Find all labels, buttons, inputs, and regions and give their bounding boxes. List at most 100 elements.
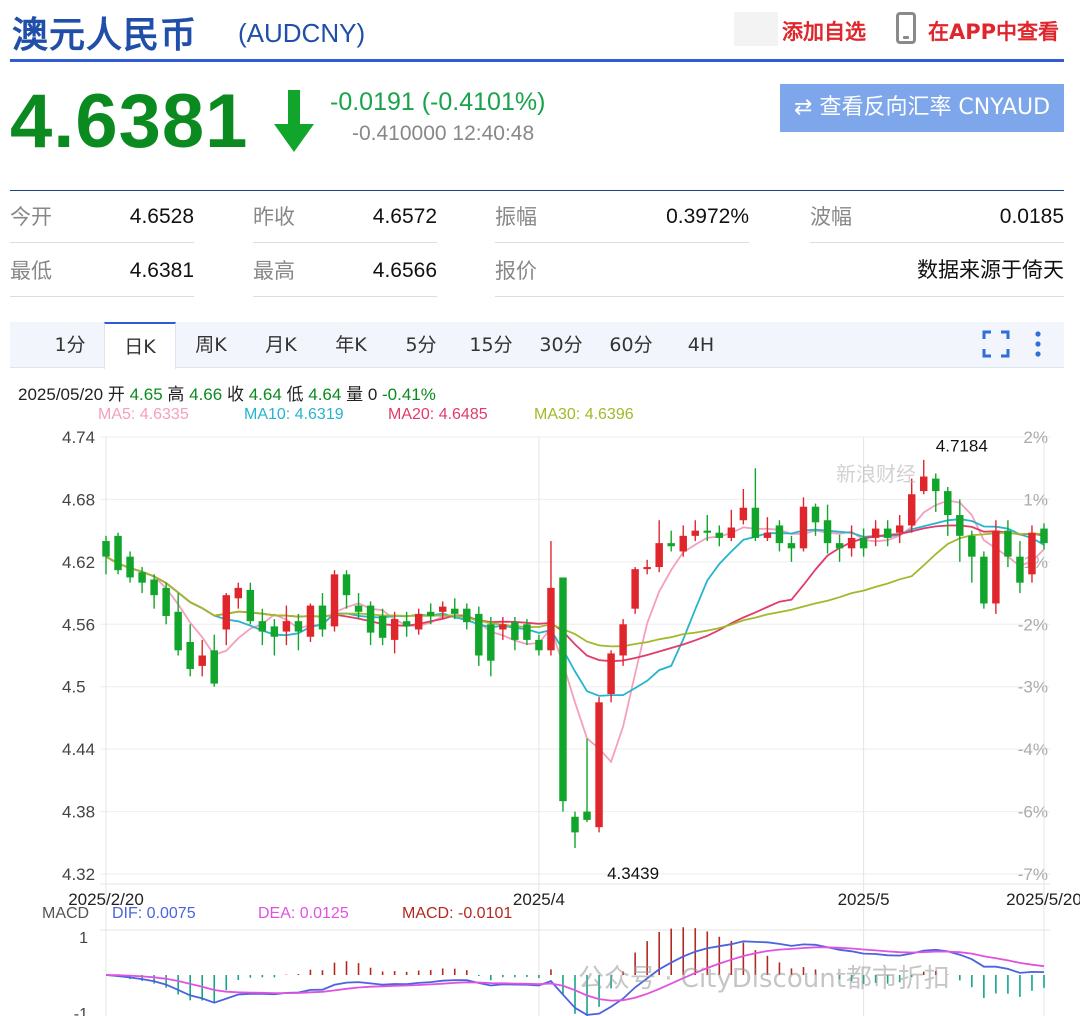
candle-body bbox=[282, 621, 291, 632]
macd-y-tick-label: -1 bbox=[74, 1006, 88, 1016]
candle-body bbox=[475, 613, 483, 656]
candle-body bbox=[342, 574, 351, 596]
candle-body bbox=[402, 621, 411, 627]
ma30-line bbox=[105, 531, 1045, 648]
candle-body bbox=[138, 572, 146, 583]
candle-body bbox=[162, 587, 170, 616]
candle-body bbox=[222, 595, 230, 630]
y-tick-label: 4.44 bbox=[62, 740, 95, 759]
candle-body bbox=[956, 515, 964, 536]
candlestick-chart: 4.744.684.624.564.54.444.384.322%1%-1%-2… bbox=[62, 428, 1080, 1016]
candle-body bbox=[679, 535, 687, 552]
candle-body bbox=[306, 605, 315, 637]
candle-body bbox=[739, 507, 748, 521]
candle-body bbox=[655, 543, 663, 568]
x-tick-label: 2025/5/20 bbox=[1006, 890, 1080, 909]
candle-body bbox=[823, 520, 832, 544]
y-tick-label: 4.74 bbox=[62, 428, 95, 447]
candle-body bbox=[547, 587, 555, 651]
pct-tick-label: -3% bbox=[1018, 678, 1048, 697]
pct-tick-label: -6% bbox=[1018, 803, 1048, 822]
candle-body bbox=[318, 605, 327, 630]
candle-body bbox=[354, 605, 363, 612]
candle-body bbox=[895, 525, 904, 533]
candle-body bbox=[499, 624, 507, 630]
y-tick-label: 4.68 bbox=[62, 490, 95, 509]
candle-body bbox=[414, 613, 423, 630]
candle-body bbox=[631, 569, 639, 609]
pct-tick-label: -7% bbox=[1018, 865, 1048, 884]
wechat-watermark: 公众号 · CityDiscount都市折扣 bbox=[578, 964, 950, 994]
candle-body bbox=[607, 653, 615, 694]
candle-body bbox=[811, 506, 820, 523]
candle-body bbox=[968, 535, 976, 557]
candle-body bbox=[859, 537, 868, 549]
candle-body bbox=[270, 626, 279, 637]
candle-body bbox=[907, 494, 916, 526]
candle-body bbox=[186, 641, 194, 670]
y-tick-label: 4.32 bbox=[62, 865, 95, 884]
x-tick-label: 2025/4 bbox=[513, 890, 565, 909]
candle-body bbox=[559, 577, 567, 802]
candle-body bbox=[775, 525, 784, 544]
y-tick-label: 4.56 bbox=[62, 615, 95, 634]
y-tick-label: 4.62 bbox=[62, 553, 95, 572]
candle-body bbox=[1028, 532, 1036, 575]
candle-body bbox=[198, 655, 206, 666]
candle-body bbox=[390, 619, 399, 640]
candle-body bbox=[426, 611, 435, 616]
candle-body bbox=[366, 605, 375, 633]
pct-tick-label: -2% bbox=[1018, 615, 1048, 634]
candle-body bbox=[787, 543, 796, 549]
candle-body bbox=[883, 528, 892, 538]
candle-body bbox=[619, 624, 627, 656]
macd-y-tick-label: 1 bbox=[79, 930, 88, 947]
candle-body bbox=[980, 556, 988, 604]
candle-body bbox=[944, 491, 952, 516]
candle-body bbox=[150, 579, 158, 596]
candle-body bbox=[126, 556, 134, 578]
candle-body bbox=[727, 527, 736, 538]
price-annotation: 4.7184 bbox=[936, 436, 988, 455]
candle-body bbox=[1040, 528, 1048, 544]
candle-body bbox=[1016, 556, 1024, 583]
sina-watermark: 新浪财经 bbox=[836, 462, 916, 486]
candle-body bbox=[378, 615, 387, 638]
candle-body bbox=[703, 530, 712, 533]
candle-body bbox=[451, 608, 459, 614]
candle-body bbox=[330, 574, 339, 627]
candle-body bbox=[835, 543, 844, 549]
candle-body bbox=[294, 621, 303, 632]
candle-body bbox=[691, 530, 699, 536]
x-tick-label: 2025/2/20 bbox=[68, 890, 144, 909]
candle-body bbox=[667, 543, 675, 547]
x-tick-label: 2025/5 bbox=[838, 890, 890, 909]
candle-body bbox=[595, 702, 603, 828]
candle-body bbox=[932, 478, 940, 492]
candle-body bbox=[258, 621, 267, 632]
candle-body bbox=[847, 537, 856, 549]
candle-body bbox=[571, 816, 579, 833]
candle-body bbox=[523, 624, 531, 640]
candle-body bbox=[871, 528, 880, 538]
price-annotation: 4.3439 bbox=[607, 864, 659, 883]
candle-body bbox=[920, 476, 928, 492]
y-tick-label: 4.5 bbox=[62, 678, 86, 697]
pct-tick-label: -4% bbox=[1018, 740, 1048, 759]
y-tick-label: 4.38 bbox=[62, 803, 95, 822]
candle-body bbox=[583, 811, 591, 820]
candle-body bbox=[992, 530, 1000, 604]
candle-body bbox=[174, 611, 182, 651]
candle-body bbox=[799, 506, 808, 549]
ma5-line bbox=[105, 499, 1045, 764]
candle-body bbox=[234, 587, 243, 599]
candle-body bbox=[715, 532, 724, 538]
candle-body bbox=[210, 650, 218, 684]
candle-body bbox=[487, 624, 495, 661]
candle-body bbox=[102, 541, 110, 557]
candle-body bbox=[751, 507, 760, 538]
candle-body bbox=[438, 606, 447, 612]
candle-body bbox=[643, 567, 651, 570]
candle-body bbox=[114, 535, 122, 571]
candle-body bbox=[511, 622, 519, 640]
